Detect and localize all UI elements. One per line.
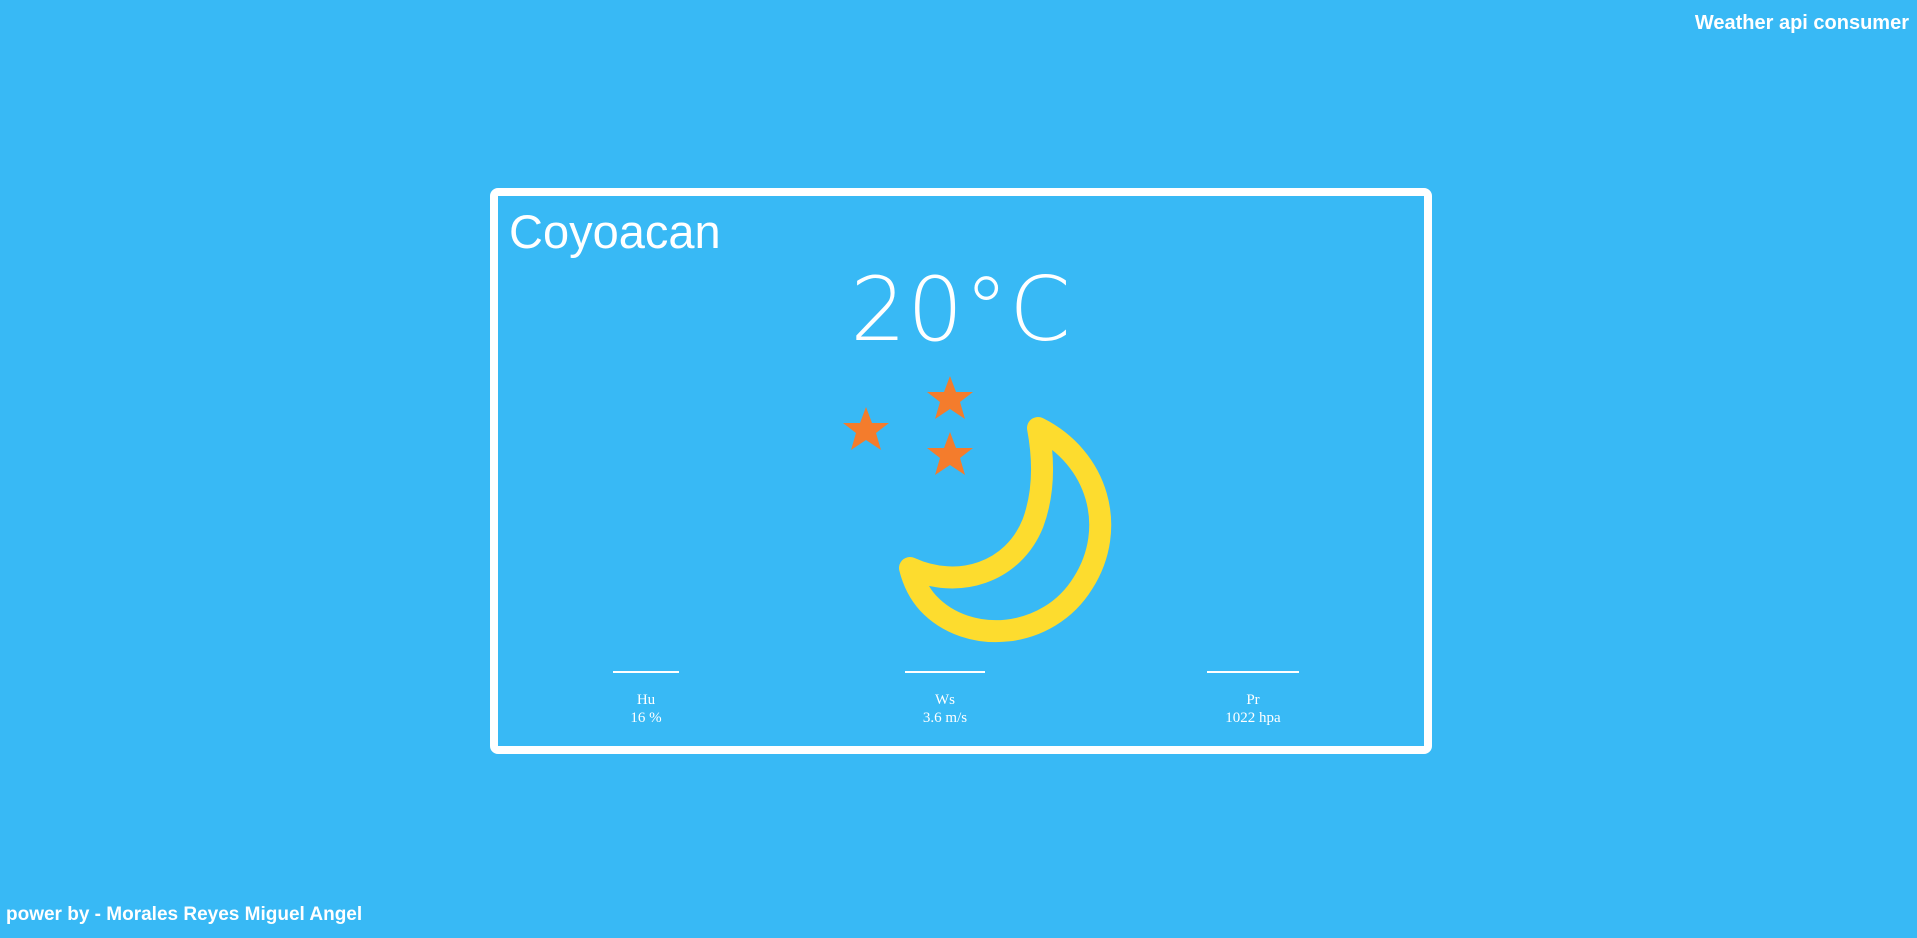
star-icon: [927, 376, 973, 419]
star-icon: [843, 407, 889, 450]
city-name: Coyoacan: [509, 205, 721, 258]
star-icon: [927, 432, 973, 475]
moon-shape: [899, 417, 1112, 642]
weather-card: Coyoacan 20°C Hu 16 % Ws 3.6 m/s Pr 1022…: [490, 188, 1432, 754]
app-title: Weather api consumer: [1694, 12, 1909, 34]
divider: [1207, 671, 1299, 673]
humidity-stat: Hu 16 %: [606, 671, 686, 727]
pressure-value: 1022 hpa: [1225, 710, 1281, 726]
divider: [905, 671, 985, 673]
temperature: 20°C: [850, 258, 1072, 361]
wind-speed-stat: Ws 3.6 m/s: [905, 671, 985, 727]
weather-page: Weather api consumer Coyoacan 20°C Hu 16…: [0, 0, 1917, 938]
pressure-label: Pr: [1246, 692, 1260, 708]
footer-credit: power by - Morales Reyes Miguel Angel: [6, 904, 363, 925]
wind-speed-value: 3.6 m/s: [922, 710, 968, 726]
humidity-value: 16 %: [630, 710, 662, 726]
pressure-stat: Pr 1022 hpa: [1198, 671, 1308, 727]
wind-speed-label: Ws: [935, 692, 955, 708]
weather-stats: Hu 16 % Ws 3.6 m/s Pr 1022 hpa: [498, 671, 1424, 731]
divider: [613, 671, 679, 673]
humidity-label: Hu: [636, 692, 656, 708]
moon-stars-icon: [843, 376, 1112, 642]
